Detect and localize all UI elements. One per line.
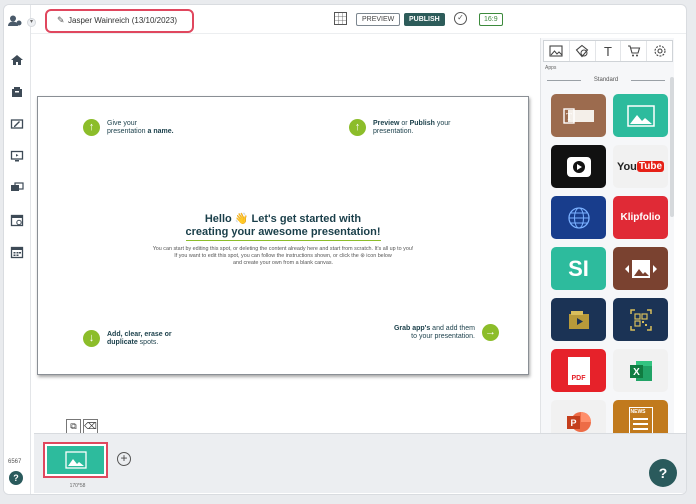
- svg-text:P: P: [570, 418, 576, 428]
- welcome-heading: Hello 👋 Let's get started with creating …: [38, 213, 528, 241]
- check-circle-icon[interactable]: ✓: [454, 12, 467, 25]
- aspect-ratio-button[interactable]: 16:9: [479, 13, 503, 26]
- text-tab-icon[interactable]: T: [596, 41, 622, 61]
- left-rail: ▾ 6567 ?: [4, 5, 36, 494]
- cart-tab-icon[interactable]: [621, 41, 648, 61]
- slide-canvas[interactable]: ↑ Give your presentation a name. ↑ Previ…: [37, 96, 529, 375]
- presentations-icon[interactable]: [10, 117, 24, 131]
- apps-label: Apps: [545, 65, 557, 71]
- svg-text:T: T: [565, 112, 571, 123]
- arrow-up-icon: ↑: [83, 119, 100, 136]
- help-button[interactable]: ?: [649, 459, 677, 487]
- schedule-icon[interactable]: [10, 213, 24, 227]
- welcome-body: You can start by editing this spot, or d…: [152, 246, 414, 266]
- presentation-title-field[interactable]: ✎ Jasper Wainreich (13/10/2023): [45, 9, 194, 33]
- hint-bottom-left: ↓ Add, clear, erase or duplicate spots.: [83, 330, 182, 347]
- pencil-icon: ✎: [57, 15, 65, 25]
- image-app-tile[interactable]: [613, 94, 668, 137]
- top-toolbar: ✎ Jasper Wainreich (13/10/2023) PREVIEW …: [31, 5, 686, 34]
- screen-groups-icon[interactable]: [10, 181, 24, 195]
- screens-icon[interactable]: [10, 149, 24, 163]
- arrow-right-icon: →: [482, 324, 499, 341]
- shapes-tab-icon[interactable]: [570, 41, 596, 61]
- grid-icon[interactable]: [334, 12, 347, 25]
- eraser-icon[interactable]: ⌫: [83, 419, 98, 434]
- pdf-app-tile[interactable]: PDF: [551, 349, 606, 392]
- presentation-title: Jasper Wainreich (13/10/2023): [68, 16, 178, 25]
- spot-size-label: 170*58: [69, 483, 86, 489]
- panel-scrollbar[interactable]: [670, 77, 674, 217]
- klipfolio-app-tile[interactable]: Klipfolio: [613, 196, 668, 239]
- version-label: 6567: [8, 459, 22, 465]
- image-tab-icon[interactable]: [544, 41, 570, 61]
- spot-thumbnail[interactable]: 170*58: [43, 442, 108, 489]
- hint-bottom-right: Grab app's and add them to your presenta…: [387, 324, 499, 341]
- publish-button[interactable]: PUBLISH: [404, 13, 445, 26]
- arrow-down-icon: ↓: [83, 330, 100, 347]
- media-library-icon[interactable]: [10, 85, 24, 99]
- text-app-tile[interactable]: T: [551, 94, 606, 137]
- duplicate-icon[interactable]: ⧉: [66, 419, 81, 434]
- spot-actions: ⧉ ⌫: [66, 419, 98, 434]
- slideshow-app-tile[interactable]: [613, 247, 668, 290]
- si-app-tile[interactable]: SI: [551, 247, 606, 290]
- help-icon[interactable]: ?: [9, 471, 23, 485]
- youtube-app-tile[interactable]: You Tube: [613, 145, 668, 188]
- settings-tab-icon[interactable]: [647, 41, 672, 61]
- calendar-icon[interactable]: [10, 245, 24, 259]
- qr-app-tile[interactable]: [613, 298, 668, 341]
- svg-text:X: X: [633, 367, 640, 378]
- excel-app-tile[interactable]: X: [613, 349, 668, 392]
- section-label: Standard: [547, 77, 665, 83]
- panel-tabs: T: [543, 40, 673, 62]
- apps-panel: T Apps Standard T YouTube Klipfolio SI: [540, 38, 674, 443]
- hint-top-right: ↑ Preview or Publish your presentation.: [349, 119, 463, 136]
- add-spot-button[interactable]: +: [117, 452, 131, 466]
- app-window: ▾ 6567 ? ✎ Jasper Wainreich (13/10/2023)…: [3, 4, 687, 495]
- home-icon[interactable]: [10, 53, 24, 67]
- video-app-tile[interactable]: [551, 145, 606, 188]
- preview-button[interactable]: PREVIEW: [356, 13, 401, 26]
- hint-top-left: ↑ Give your presentation a name.: [83, 119, 177, 136]
- arrow-up-icon: ↑: [349, 119, 366, 136]
- spot-strip: 170*58 +: [34, 433, 686, 493]
- folder-app-tile[interactable]: [551, 298, 606, 341]
- web-app-tile[interactable]: [551, 196, 606, 239]
